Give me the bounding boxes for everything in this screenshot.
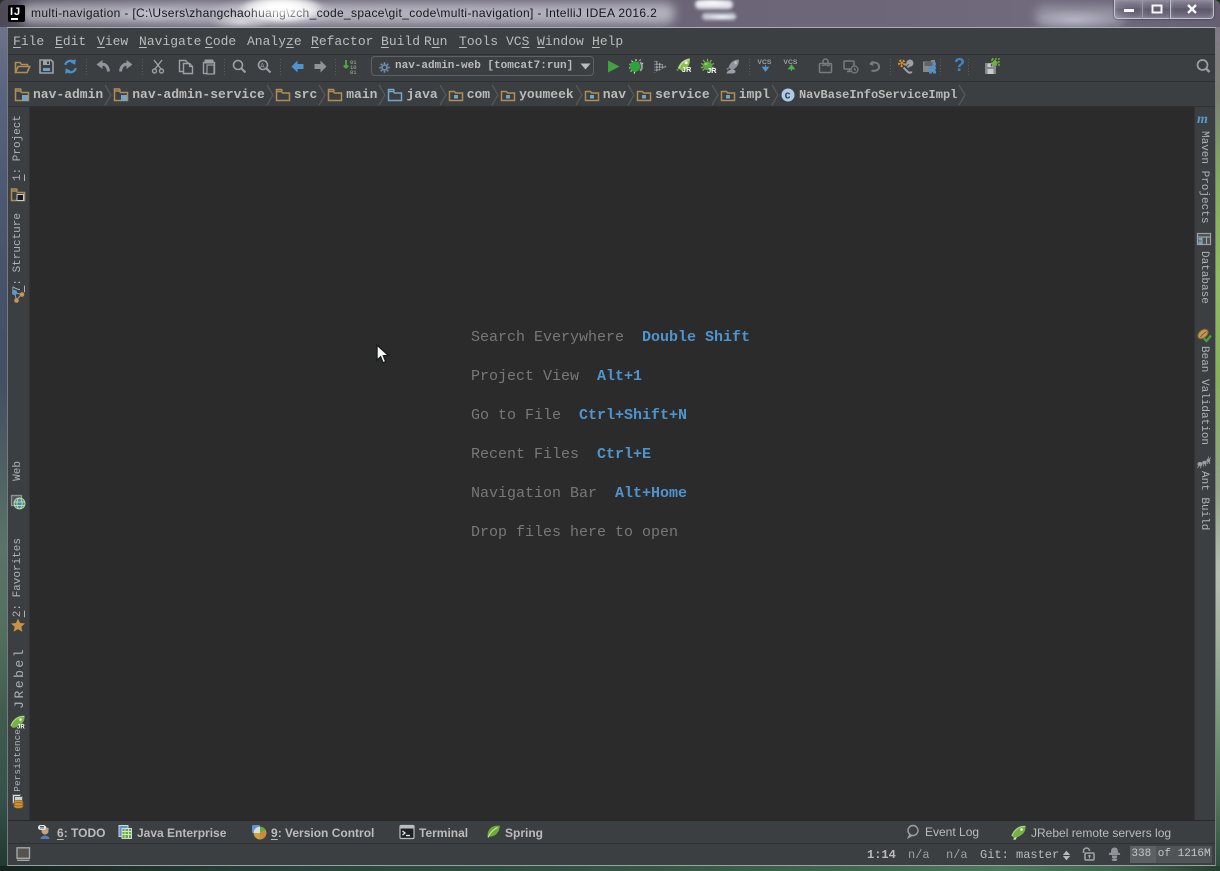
svg-text:VCS: VCS (757, 59, 771, 66)
svg-text:VCS: VCS (783, 59, 797, 66)
svg-text:A: A (260, 63, 265, 70)
svg-text:JR: JR (682, 65, 692, 74)
svg-text:JR: JR (707, 66, 717, 75)
svg-text:C: C (785, 90, 791, 101)
svg-text:m: m (1197, 112, 1208, 126)
svg-text:01: 01 (350, 69, 357, 75)
